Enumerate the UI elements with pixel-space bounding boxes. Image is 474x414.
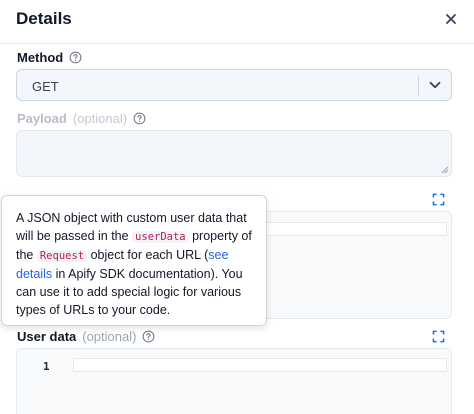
payload-optional-text: (optional) [72, 111, 128, 126]
help-icon[interactable] [133, 112, 146, 125]
tooltip-code-userdata: userData [132, 231, 189, 243]
panel-header: Details [0, 0, 474, 44]
editor-line[interactable] [73, 358, 447, 372]
expand-icon[interactable] [432, 330, 445, 343]
method-select[interactable]: GET [16, 69, 452, 101]
chevron-down-icon[interactable] [428, 78, 442, 92]
user-data-label-text: User data [17, 329, 77, 344]
method-label-text: Method [17, 50, 64, 65]
tooltip-text-3: object for each URL ( [87, 248, 209, 262]
payload-label: Payload (optional) [17, 111, 146, 126]
user-data-label: User data (optional) [17, 329, 155, 344]
user-data-editor[interactable]: 1 [16, 348, 452, 414]
resize-grip-icon[interactable] [441, 166, 449, 174]
help-tooltip: A JSON object with custom user data that… [1, 195, 267, 326]
help-icon[interactable] [142, 330, 155, 343]
payload-textarea[interactable] [16, 130, 452, 177]
details-panel: Details Method GET Payload (optional) Us… [0, 0, 474, 414]
close-icon[interactable] [442, 10, 460, 28]
payload-label-text: Payload [17, 111, 67, 126]
select-divider [418, 76, 419, 96]
method-select-value: GET [32, 79, 59, 94]
panel-title: Details [16, 9, 72, 28]
help-icon[interactable] [69, 51, 82, 64]
line-number: 1 [43, 360, 50, 373]
method-label: Method [17, 50, 82, 65]
expand-icon[interactable] [432, 193, 445, 206]
tooltip-code-request: Request [36, 250, 88, 262]
user-data-optional-text: (optional) [82, 329, 137, 344]
